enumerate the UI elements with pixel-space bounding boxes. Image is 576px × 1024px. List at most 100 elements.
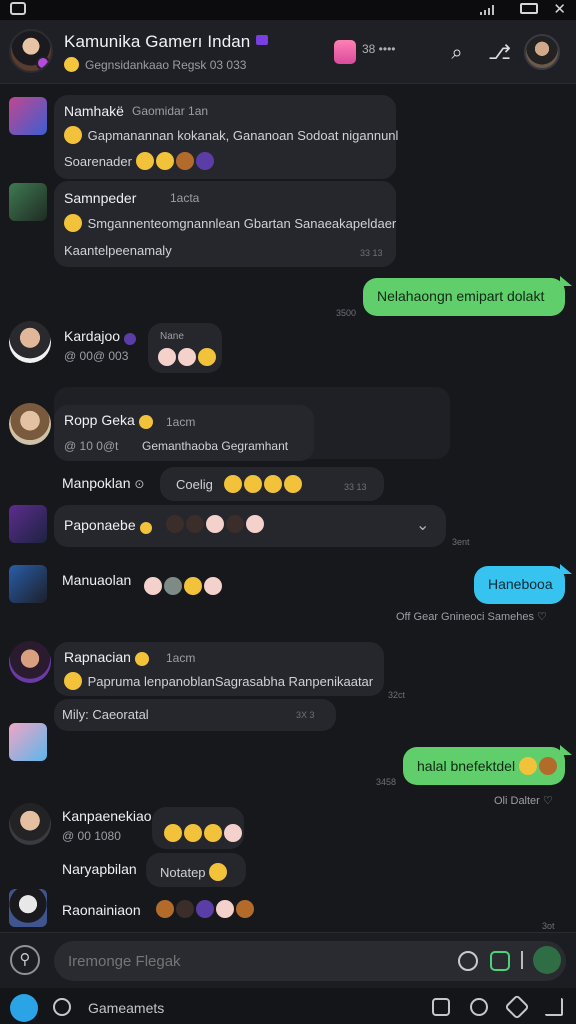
avatar[interactable] bbox=[9, 183, 47, 221]
emoji-icon bbox=[216, 900, 234, 918]
composer: ⚲ bbox=[0, 932, 576, 988]
reaction-emojis bbox=[164, 824, 244, 842]
emoji-icon bbox=[206, 515, 224, 533]
emoji-icon bbox=[64, 672, 82, 690]
member-count[interactable]: 38 •••• bbox=[362, 42, 396, 56]
chat-title[interactable]: Kamunika Gamerı Indan bbox=[64, 32, 250, 52]
signal-icon bbox=[480, 5, 494, 15]
emoji-icon bbox=[156, 900, 174, 918]
sender-name[interactable]: Samnpeder bbox=[64, 190, 136, 206]
message-meta: 1acm bbox=[166, 415, 196, 429]
message-text: Coelig bbox=[176, 475, 304, 493]
outgoing-message[interactable]: Nelahaongn emipart dolakt bbox=[363, 278, 565, 316]
filter-icon[interactable]: ⎇ bbox=[488, 42, 511, 64]
emoji-icon bbox=[263, 475, 282, 493]
message-meta: @ 10 0@t bbox=[64, 439, 119, 453]
emoji-icon bbox=[166, 515, 184, 533]
avatar[interactable] bbox=[9, 321, 51, 363]
avatar[interactable] bbox=[9, 97, 47, 135]
emoji-icon bbox=[226, 515, 244, 533]
message-meta: @ 00@ 003 bbox=[64, 349, 129, 363]
message-meta: Gaomidar 1an bbox=[132, 104, 209, 118]
emoji-icon bbox=[195, 152, 214, 170]
emoji-icon bbox=[186, 515, 204, 533]
timestamp: 3X 3 bbox=[296, 710, 315, 720]
emoji-icon bbox=[158, 348, 176, 366]
battery-icon bbox=[520, 3, 538, 14]
bubble-tail bbox=[560, 276, 572, 286]
game-icon[interactable] bbox=[334, 40, 356, 64]
sender-name[interactable]: Kardajoo bbox=[64, 328, 138, 345]
emoji-icon bbox=[246, 515, 264, 533]
avatar[interactable] bbox=[9, 803, 51, 845]
timestamp: 33 13 bbox=[360, 248, 383, 258]
timestamp: 3ent bbox=[452, 537, 470, 547]
emoji-icon bbox=[209, 863, 228, 881]
home-icon[interactable] bbox=[10, 994, 38, 1022]
outgoing-message[interactable]: Hanebooa bbox=[474, 566, 565, 604]
avatar[interactable] bbox=[9, 641, 51, 683]
reaction-emojis bbox=[144, 577, 224, 595]
bubble-tail bbox=[560, 745, 572, 755]
sender-name[interactable]: Paponaebe bbox=[64, 517, 154, 534]
emoji-icon bbox=[518, 757, 537, 775]
emoji-icon bbox=[236, 900, 254, 918]
avatar[interactable] bbox=[9, 403, 51, 445]
emoji-icon bbox=[64, 214, 82, 232]
emoji-icon bbox=[155, 152, 174, 170]
message-text: Gapmanannan kokanak, Gananoan Sodoat nig… bbox=[64, 126, 398, 144]
puzzle-icon[interactable] bbox=[504, 994, 530, 1020]
outgoing-message[interactable]: halal bnefektdel bbox=[403, 747, 565, 785]
sender-name[interactable]: Rapnacian bbox=[64, 649, 151, 666]
antenna-icon[interactable] bbox=[545, 998, 563, 1016]
read-status: Oli Dalter ♡ bbox=[494, 795, 553, 807]
message-text: Papruma lenpanoblanSagrasabha Ranpenikaa… bbox=[64, 672, 373, 690]
reaction-emojis bbox=[158, 348, 218, 366]
timestamp: 33 13 bbox=[344, 482, 367, 492]
sticker-icon[interactable] bbox=[490, 951, 510, 971]
emoji-icon bbox=[538, 757, 557, 775]
sender-name[interactable]: Kanpaenekiao bbox=[62, 808, 152, 824]
emoji-icon bbox=[196, 900, 214, 918]
sender-name[interactable]: Raonainiaon bbox=[62, 902, 141, 918]
nav-label[interactable]: Gameamets bbox=[88, 1000, 164, 1016]
status-bar: ✕ bbox=[0, 0, 576, 20]
emoji-picker-icon[interactable] bbox=[458, 951, 478, 971]
search-icon[interactable]: ⌕ bbox=[446, 42, 468, 64]
emoji-icon bbox=[175, 152, 194, 170]
avatar[interactable] bbox=[9, 723, 47, 761]
avatar[interactable] bbox=[9, 889, 47, 927]
gallery-icon[interactable] bbox=[432, 998, 450, 1016]
emoji-icon bbox=[243, 475, 262, 493]
sender-name[interactable]: Ropp Geka bbox=[64, 412, 155, 429]
avatar[interactable] bbox=[9, 565, 47, 603]
sender-name[interactable]: Namhakë bbox=[64, 103, 124, 119]
profile-avatar[interactable] bbox=[524, 34, 560, 70]
timestamp: 3ot bbox=[542, 921, 555, 931]
voice-icon[interactable] bbox=[533, 946, 561, 974]
sender-name[interactable]: Naryapbilan bbox=[62, 861, 137, 877]
message-list[interactable]: Namhakë Gaomidar 1an Gapmanannan kokanak… bbox=[0, 85, 576, 931]
chat-subtitle: Gegnsidankaao Regsk 03 033 bbox=[64, 57, 246, 72]
emoji-icon bbox=[176, 900, 194, 918]
attach-icon[interactable]: ⚲ bbox=[10, 945, 40, 975]
group-avatar[interactable] bbox=[9, 29, 53, 73]
message-meta: @ 00 1080 bbox=[62, 829, 121, 843]
sender-name[interactable]: Manpoklan ⊙ bbox=[62, 475, 144, 491]
avatar[interactable] bbox=[9, 505, 47, 543]
message-meta: 1acm bbox=[166, 651, 196, 665]
chat-icon[interactable] bbox=[53, 998, 71, 1016]
sender-name[interactable]: Manuaolan bbox=[62, 572, 131, 588]
divider bbox=[521, 951, 523, 969]
timestamp: 3458 bbox=[376, 777, 397, 787]
camera-icon[interactable] bbox=[470, 998, 488, 1016]
emoji-icon bbox=[198, 348, 216, 366]
message-text: Notatep bbox=[160, 863, 229, 881]
chevron-down-icon[interactable]: ⌄ bbox=[416, 515, 429, 535]
badge-icon bbox=[139, 522, 152, 534]
emoji-icon bbox=[204, 577, 222, 595]
emoji-icon bbox=[178, 348, 196, 366]
emoji-icon bbox=[204, 824, 222, 842]
close-icon[interactable]: ✕ bbox=[553, 0, 566, 18]
smile-emoji-icon bbox=[64, 57, 79, 72]
